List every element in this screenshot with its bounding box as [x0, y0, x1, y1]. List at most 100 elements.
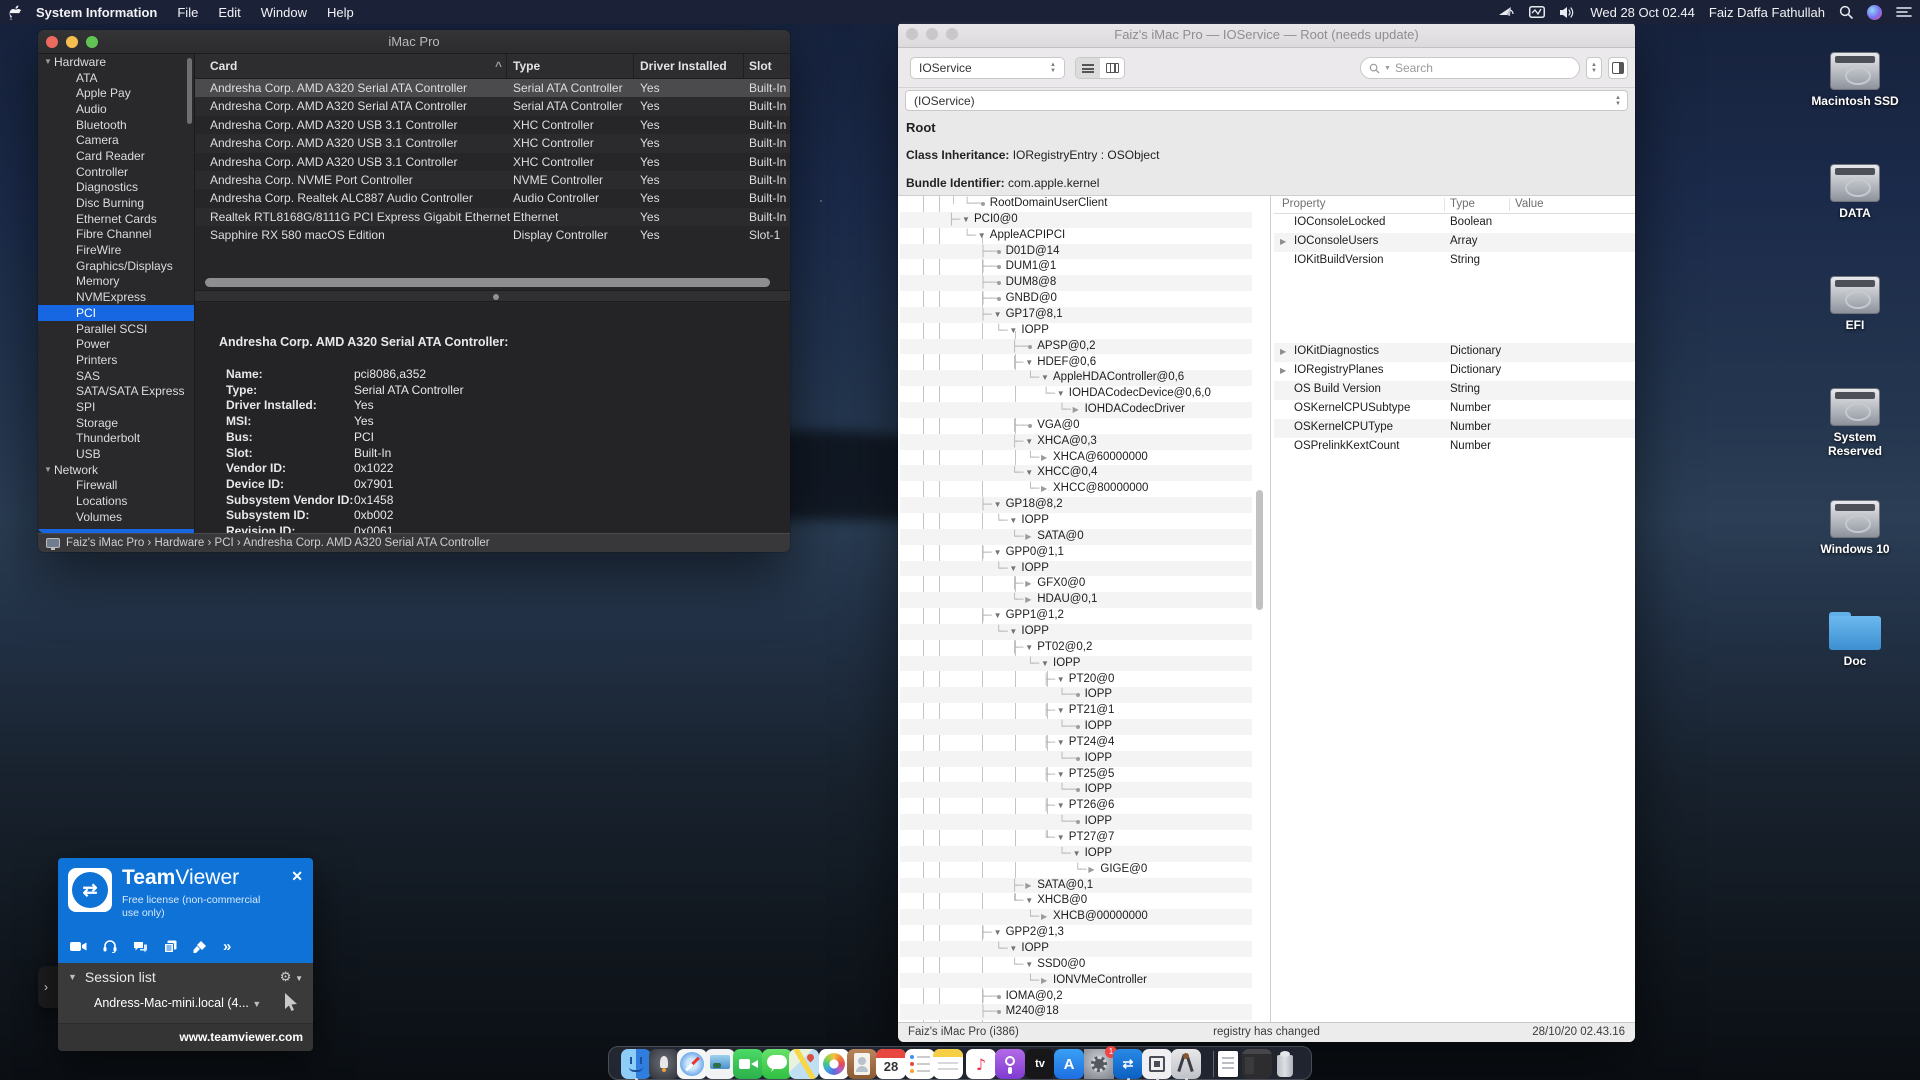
menu-item-file[interactable]: File [177, 5, 198, 20]
dock-item-trash[interactable] [1270, 1049, 1300, 1079]
table-row[interactable]: Andresha Corp. AMD A320 Serial ATA Contr… [195, 79, 790, 97]
dock-item-contacts[interactable] [847, 1049, 877, 1079]
dock-item-safari[interactable] [677, 1049, 707, 1079]
pane-divider[interactable] [1270, 196, 1271, 1022]
sidebar-item-memory[interactable]: Memory [38, 274, 194, 290]
sidebar-item-power[interactable]: Power [38, 336, 194, 352]
disclosure-open-icon[interactable]: ▼ [1025, 957, 1033, 973]
menu-item-edit[interactable]: Edit [218, 5, 240, 20]
tree-row[interactable]: ├──APSP@0,2 [900, 339, 1252, 355]
dock-item-preview[interactable] [705, 1049, 735, 1079]
sidebar-item-parallel-scsi[interactable]: Parallel SCSI [38, 321, 194, 337]
disclosure-closed-icon[interactable]: ▶ [1025, 529, 1031, 545]
tree-row[interactable]: ├─▶SATA@0,1 [900, 878, 1252, 894]
close-icon[interactable]: ✕ [291, 868, 303, 885]
sidebar-item-sas[interactable]: SAS [38, 368, 194, 384]
tree-row[interactable]: └─▼SSD0@0 [900, 957, 1252, 973]
tree-row[interactable]: └─▼PT27@7 [900, 830, 1252, 846]
disclosure-closed-icon[interactable]: ▶ [1025, 592, 1031, 608]
disclosure-closed-icon[interactable]: ▶ [1280, 366, 1286, 375]
tree-row[interactable]: └──IOPP [900, 751, 1252, 767]
disclosure-open-icon[interactable]: ▼ [1057, 767, 1065, 783]
sidebar-item-nvmexpress[interactable]: NVMExpress [38, 289, 194, 305]
menu-bar-clock[interactable]: Wed 28 Oct 02.44 [1590, 5, 1695, 20]
sidebar-item-storage[interactable]: Storage [38, 415, 194, 431]
column-header-type[interactable]: Type [513, 59, 540, 73]
tree-row[interactable]: └─▼IOPP [900, 846, 1252, 862]
desktop-icon-macintosh-ssd[interactable]: Macintosh SSD [1810, 52, 1900, 108]
menu-item-window[interactable]: Window [261, 5, 307, 20]
disclosure-open-icon[interactable]: ▼ [962, 212, 970, 228]
sidebar-item-firewire[interactable]: FireWire [38, 242, 194, 258]
tree-row[interactable]: └─▶GIGE@0 [900, 862, 1252, 878]
disclosure-closed-icon[interactable]: ▶ [1041, 909, 1047, 925]
dock-item-facetime[interactable] [733, 1049, 763, 1079]
search-stepper[interactable]: ▲▼ [1586, 57, 1602, 79]
si-sidebar-scrollbar[interactable] [187, 58, 192, 124]
tree-row[interactable]: ├──GNBD@0 [900, 291, 1252, 307]
video-icon[interactable] [70, 941, 87, 952]
disclosure-closed-icon[interactable]: ▶ [1025, 878, 1031, 894]
disclosure-open-icon[interactable]: ▼ [994, 925, 1002, 941]
tree-row[interactable]: └─▼IOPP [900, 561, 1252, 577]
sidebar-item-pci[interactable]: PCI [38, 305, 194, 321]
sidebar-item-card-reader[interactable]: Card Reader [38, 148, 194, 164]
dock-item-document[interactable] [1213, 1049, 1243, 1079]
table-row[interactable]: Sapphire RX 580 macOS EditionDisplay Con… [195, 226, 790, 244]
disclosure-open-icon[interactable]: ▼ [994, 307, 1002, 323]
disclosure-open-icon[interactable]: ▼ [1009, 323, 1017, 339]
tree-row[interactable]: ├─▼PT21@1 [900, 703, 1252, 719]
sidebar-item-sata-sata-express[interactable]: SATA/SATA Express [38, 383, 194, 399]
tree-row[interactable]: ├─▼GPP2@1,3 [900, 925, 1252, 941]
sidebar-item-ata[interactable]: ATA [38, 70, 194, 86]
tree-row[interactable]: ├─▼GPP0@1,1 [900, 545, 1252, 561]
remote-session-icon[interactable] [1498, 6, 1515, 19]
si-splitter[interactable] [195, 290, 790, 302]
tree-row[interactable]: └─▼AppleACPIPCI [900, 228, 1252, 244]
dock-item-launchpad[interactable] [649, 1049, 679, 1079]
property-row[interactable]: OSPrelinkKextCountNumber0x12f [1274, 438, 1635, 457]
tree-row[interactable]: ├──VGA@0 [900, 418, 1252, 434]
list-view-button[interactable] [1076, 58, 1100, 78]
menu-list-icon[interactable] [1896, 6, 1912, 18]
tree-row[interactable]: └─▼IOPP [900, 656, 1252, 672]
disclosure-closed-icon[interactable]: ▶ [1073, 402, 1079, 418]
dock-item-reminders[interactable] [905, 1049, 935, 1079]
tree-row[interactable]: └─▼AppleHDAController@0,6 [900, 370, 1252, 386]
dock-item-podcasts[interactable] [995, 1049, 1025, 1079]
disclosure-open-icon[interactable]: ▼ [1025, 355, 1033, 371]
property-column-type[interactable]: Type [1450, 198, 1475, 210]
disclosure-open-icon[interactable]: ▼ [994, 545, 1002, 561]
table-row[interactable]: Andresha Corp. AMD A320 Serial ATA Contr… [195, 97, 790, 115]
volume-icon[interactable] [1559, 6, 1576, 19]
dock-item-calendar[interactable]: 28 [876, 1049, 906, 1079]
inspector-toggle-button[interactable] [1608, 57, 1628, 79]
si-horizontal-scrollbar[interactable] [205, 278, 770, 287]
desktop-icon-data[interactable]: DATA [1810, 164, 1900, 220]
property-row[interactable]: ▶IOKitDiagnosticsDictionary5 values [1274, 343, 1635, 362]
disclosure-closed-icon[interactable]: ▶ [1280, 237, 1286, 246]
file-transfer-icon[interactable] [164, 940, 177, 953]
plane-dropdown[interactable]: IOService ▲▼ [910, 57, 1065, 79]
dock-item-notes[interactable] [933, 1049, 963, 1079]
disclosure-open-icon[interactable]: ▼ [1025, 893, 1033, 909]
tree-row[interactable]: └─▶SATA@0 [900, 529, 1252, 545]
tree-row[interactable]: └─▶XHCC@80000000 [900, 481, 1252, 497]
session-list-header[interactable]: ▼ Session list [68, 969, 156, 985]
disclosure-open-icon[interactable]: ▼ [1073, 846, 1081, 862]
dock-item-system-preferences[interactable]: 1 [1084, 1049, 1114, 1079]
dock-item-messages[interactable] [762, 1049, 792, 1079]
tree-row[interactable]: ├─▼GP18@8,2 [900, 497, 1252, 513]
table-row[interactable]: Andresha Corp. AMD A320 USB 3.1 Controll… [195, 116, 790, 134]
tree-row[interactable]: └──IOPP [900, 687, 1252, 703]
sidebar-item-usb[interactable]: USB [38, 446, 194, 462]
disclosure-open-icon[interactable]: ▼ [1057, 386, 1065, 402]
more-icon[interactable]: » [223, 938, 231, 955]
tree-row[interactable]: └──IOPP [900, 814, 1252, 830]
dock-item-teamviewer[interactable]: ⇄ [1113, 1049, 1143, 1079]
sidebar-item-printers[interactable]: Printers [38, 352, 194, 368]
property-row[interactable]: IOConsoleLockedBooleanFalse [1274, 214, 1635, 233]
disclosure-closed-icon[interactable]: ▶ [1041, 450, 1047, 466]
tree-row[interactable]: ├─▼HDEF@0,6 [900, 355, 1252, 371]
sidebar-item-audio[interactable]: Audio [38, 101, 194, 117]
